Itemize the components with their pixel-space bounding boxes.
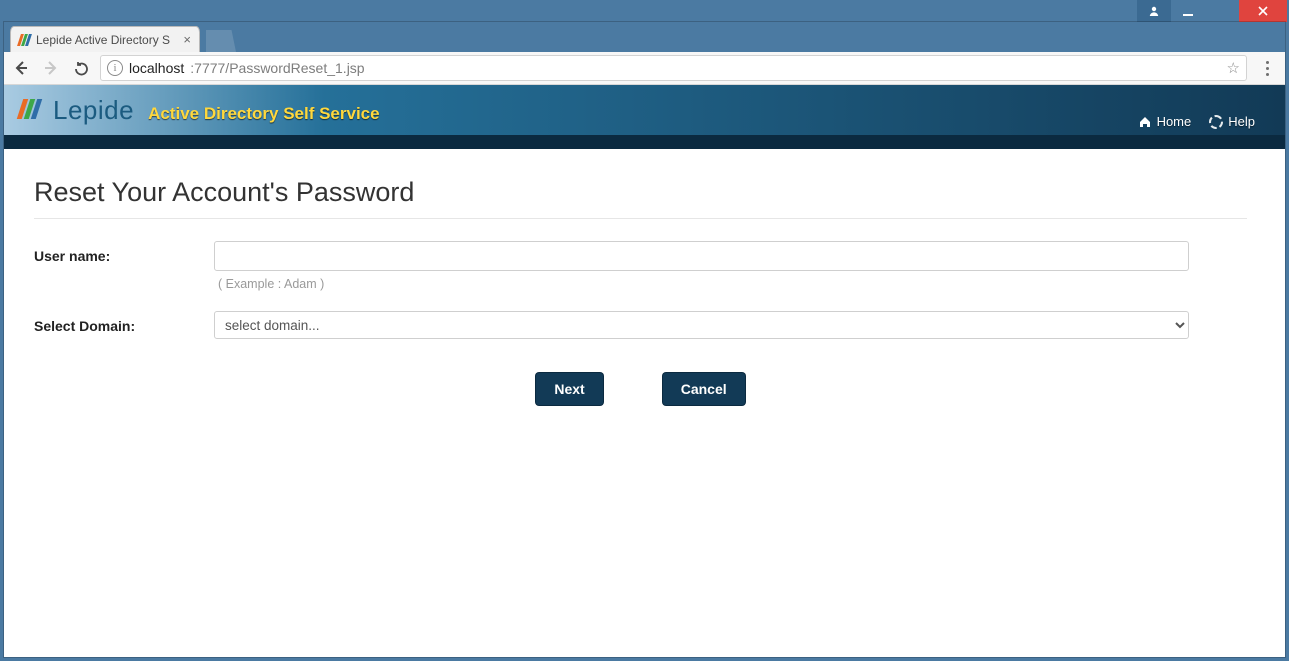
form-row-username: User name: ( Example : Adam ) — [34, 241, 1247, 291]
close-icon — [1257, 5, 1269, 17]
help-icon — [1209, 115, 1223, 129]
next-button[interactable]: Next — [536, 373, 602, 405]
tab-title: Lepide Active Directory S — [36, 33, 177, 47]
browser-menu-button[interactable] — [1257, 61, 1277, 76]
nav-help-link[interactable]: Help — [1209, 114, 1255, 129]
app-header: Lepide Active Directory Self Service Hom… — [4, 85, 1285, 135]
app-nav: Home Help — [1138, 114, 1255, 135]
username-input[interactable] — [214, 241, 1189, 271]
browser-chrome: Lepide Active Directory S × i localhost:… — [4, 22, 1285, 657]
domain-label: Select Domain: — [34, 311, 214, 334]
bookmark-star-icon[interactable]: ☆ — [1227, 59, 1240, 77]
divider — [34, 218, 1247, 219]
site-info-icon[interactable]: i — [107, 60, 123, 76]
brand-subtitle: Active Directory Self Service — [148, 104, 380, 124]
brand-name: Lepide — [53, 95, 134, 126]
app-nav-strip — [4, 135, 1285, 149]
address-bar[interactable]: i localhost :7777/PasswordReset_1.jsp ☆ — [100, 55, 1247, 81]
nav-help-label: Help — [1228, 114, 1255, 129]
home-icon — [1138, 115, 1152, 129]
window-titlebar — [0, 0, 1289, 22]
tab-favicon-icon — [19, 34, 30, 46]
form-row-domain: Select Domain: select domain... — [34, 311, 1247, 339]
user-icon — [1148, 5, 1160, 17]
window-maximize-button[interactable] — [1205, 0, 1239, 22]
url-path: :7777/PasswordReset_1.jsp — [190, 60, 364, 76]
username-label: User name: — [34, 241, 214, 264]
back-button[interactable] — [12, 59, 30, 77]
reload-button[interactable] — [72, 59, 90, 77]
browser-tab[interactable]: Lepide Active Directory S × — [10, 26, 200, 52]
brand: Lepide Active Directory Self Service — [20, 95, 380, 126]
nav-home-link[interactable]: Home — [1138, 114, 1192, 129]
reload-icon — [73, 60, 90, 77]
minimize-icon — [1182, 5, 1194, 17]
tab-close-icon[interactable]: × — [183, 32, 191, 47]
cancel-button[interactable]: Cancel — [663, 373, 745, 405]
form-buttons: Next Cancel — [22, 373, 1259, 405]
content: Reset Your Account's Password User name:… — [4, 149, 1285, 405]
window-close-button[interactable] — [1239, 0, 1287, 22]
url-host: localhost — [129, 60, 184, 76]
arrow-left-icon — [12, 59, 30, 77]
window-user-button[interactable] — [1137, 0, 1171, 22]
username-hint: ( Example : Adam ) — [214, 277, 1247, 291]
new-tab-button[interactable] — [206, 30, 236, 52]
page-heading: Reset Your Account's Password — [34, 177, 1247, 208]
forward-button[interactable] — [42, 59, 60, 77]
arrow-right-icon — [42, 59, 60, 77]
domain-select[interactable]: select domain... — [214, 311, 1189, 339]
browser-tabstrip: Lepide Active Directory S × — [4, 22, 1285, 52]
brand-logo-icon — [20, 99, 39, 119]
nav-home-label: Home — [1157, 114, 1192, 129]
dots-icon — [1266, 61, 1269, 64]
window-minimize-button[interactable] — [1171, 0, 1205, 22]
page: Lepide Active Directory Self Service Hom… — [4, 85, 1285, 657]
browser-toolbar: i localhost :7777/PasswordReset_1.jsp ☆ — [4, 52, 1285, 85]
